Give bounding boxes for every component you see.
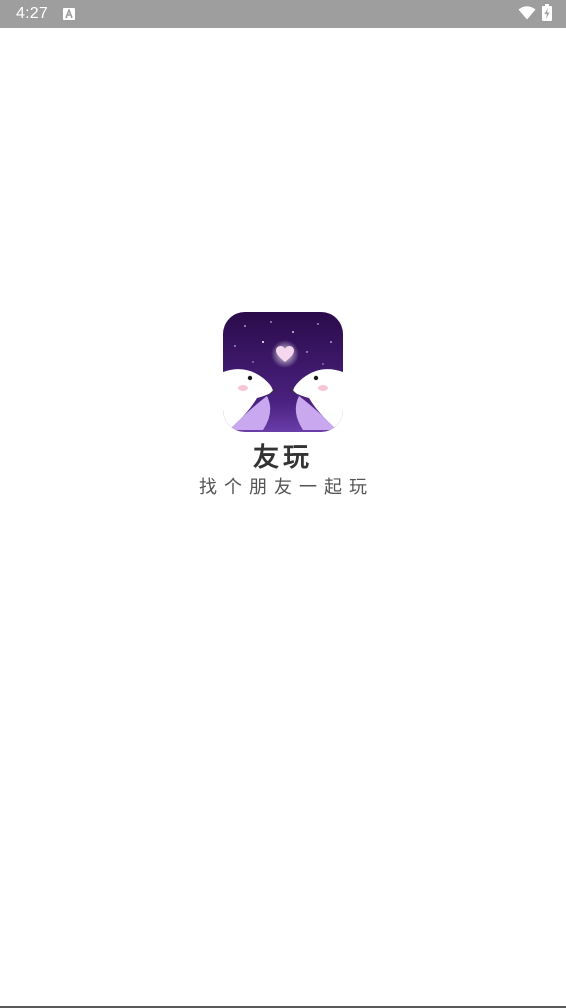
app-logo-icon <box>223 312 343 432</box>
status-icons <box>518 3 552 25</box>
a-icon <box>62 8 75 20</box>
status-time: 4:27 <box>16 5 48 22</box>
app-slogan: 找个朋友一起玩 <box>199 477 374 498</box>
status-bar: 4:27 <box>0 0 566 28</box>
app-name: 友玩 <box>252 443 313 473</box>
wifi-icon <box>518 5 536 24</box>
battery-charging-icon <box>542 3 552 25</box>
splash-content: 友玩 找个朋友一起玩 <box>0 312 566 500</box>
